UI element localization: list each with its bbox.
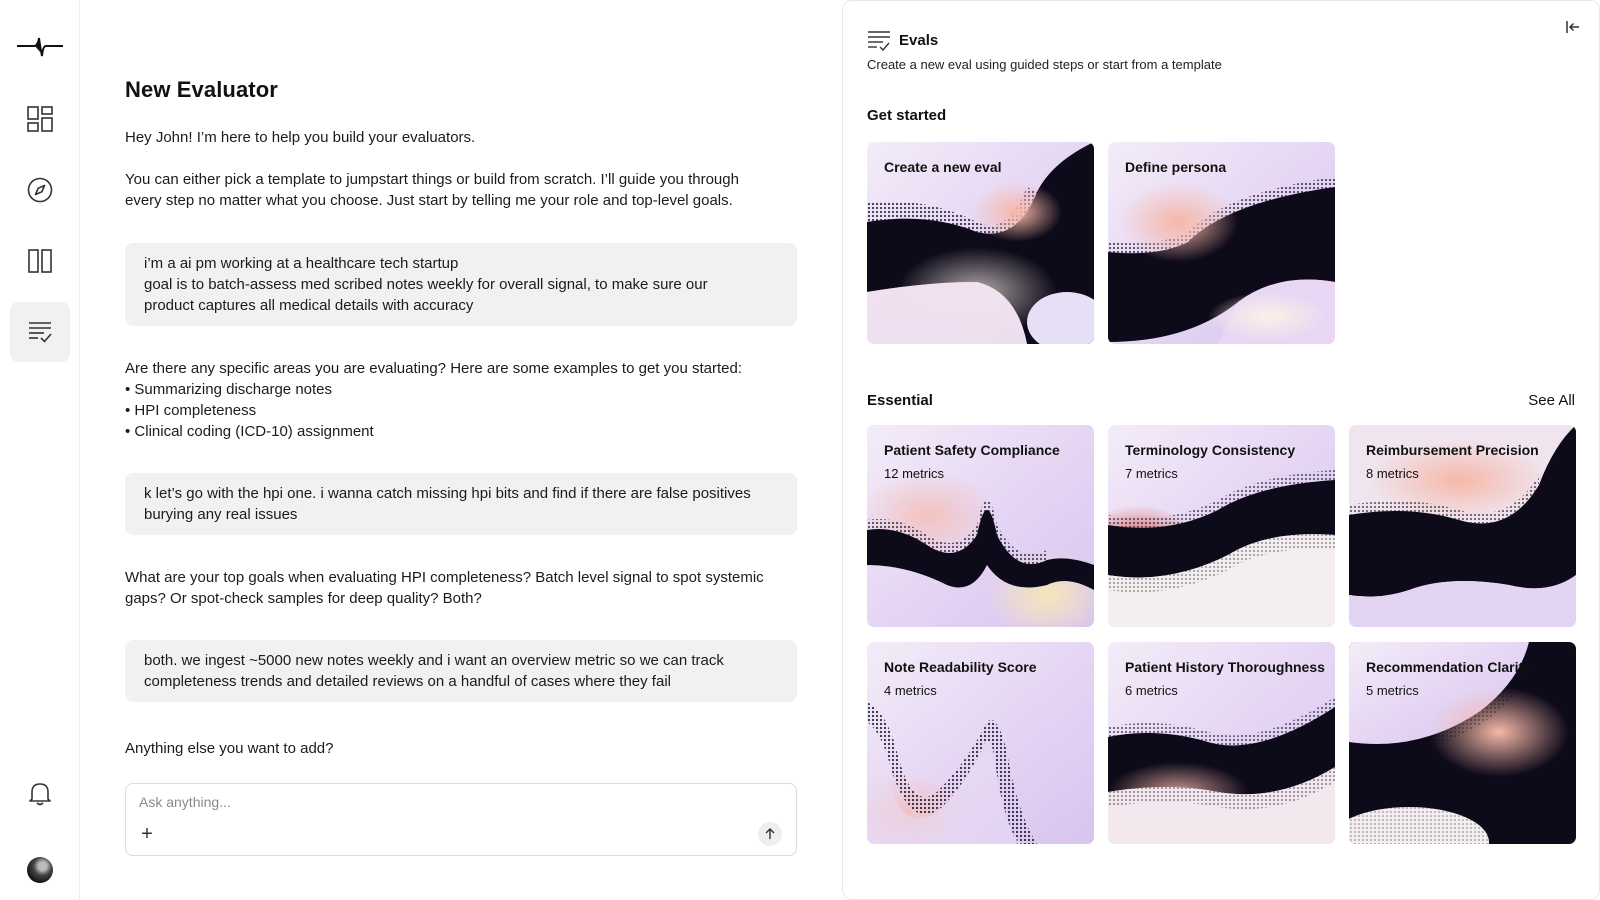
card-metric-count: 6 metrics xyxy=(1125,683,1178,698)
sidebar-item-dashboard[interactable] xyxy=(10,89,70,149)
compass-icon xyxy=(27,177,53,203)
chat-panel: New Evaluator Hey John! I’m here to help… xyxy=(125,0,797,900)
sidebar xyxy=(0,0,80,900)
dashboard-icon xyxy=(27,106,53,132)
see-all-link[interactable]: See All xyxy=(1528,392,1575,409)
card-title: Note Readability Score xyxy=(884,659,1037,675)
card-title: Define persona xyxy=(1125,159,1227,175)
assistant-message: What are your top goals when evaluating … xyxy=(125,569,764,607)
card-reimbursement-precision[interactable]: Reimbursement Precision 8 metrics xyxy=(1349,425,1576,627)
card-title: Reimbursement Precision xyxy=(1366,442,1539,458)
card-title: Patient Safety Compliance xyxy=(884,442,1060,458)
card-metric-count: 5 metrics xyxy=(1366,683,1419,698)
card-terminology-consistency[interactable]: Terminology Consistency 7 metrics xyxy=(1108,425,1335,627)
plus-icon[interactable]: + xyxy=(138,824,156,844)
page-title: New Evaluator xyxy=(125,77,278,102)
evals-panel: Evals Create a new eval using guided ste… xyxy=(842,0,1600,900)
card-metric-count: 8 metrics xyxy=(1366,466,1419,481)
card-title: Terminology Consistency xyxy=(1125,442,1296,458)
evals-checklist-icon xyxy=(868,31,890,52)
section-title-essential: Essential xyxy=(867,392,933,409)
collapse-panel-button[interactable] xyxy=(1563,17,1583,37)
card-create-new-eval[interactable]: Create a new eval xyxy=(867,142,1094,344)
card-define-persona[interactable]: Define persona xyxy=(1108,142,1335,344)
avatar[interactable] xyxy=(27,857,53,883)
assistant-message: You can either pick a template to jumpst… xyxy=(125,171,739,209)
card-note-readability-score[interactable]: Note Readability Score 4 metrics xyxy=(867,642,1094,844)
chat-input[interactable] xyxy=(139,794,739,810)
logo-icon[interactable] xyxy=(16,34,64,58)
user-message-bubble: both. we ingest ~5000 new notes weekly a… xyxy=(125,640,797,702)
card-title: Create a new eval xyxy=(884,159,1002,175)
sidebar-item-evals[interactable] xyxy=(10,302,70,362)
arrow-up-icon xyxy=(765,828,775,839)
card-metric-count: 12 metrics xyxy=(884,466,944,481)
card-metric-count: 7 metrics xyxy=(1125,466,1178,481)
send-button[interactable] xyxy=(758,822,782,846)
card-patient-safety-compliance[interactable]: Patient Safety Compliance 12 metrics xyxy=(867,425,1094,627)
card-patient-history-thoroughness[interactable]: Patient History Thoroughness 6 metrics xyxy=(1108,642,1335,844)
sidebar-item-explore[interactable] xyxy=(10,160,70,220)
card-metric-count: 4 metrics xyxy=(884,683,937,698)
assistant-message: Are there any specific areas you are eva… xyxy=(125,360,742,440)
notifications-button[interactable] xyxy=(10,763,70,823)
assistant-message: Anything else you want to add? xyxy=(125,740,334,757)
evals-checklist-icon xyxy=(29,322,52,343)
panel-subtitle: Create a new eval using guided steps or … xyxy=(867,57,1222,72)
card-title: Recommendation Clarity xyxy=(1366,659,1531,675)
user-message-bubble: i’m a ai pm working at a healthcare tech… xyxy=(125,243,797,326)
card-title: Patient History Thoroughness xyxy=(1125,659,1325,675)
user-message-bubble: k let’s go with the hpi one. i wanna cat… xyxy=(125,473,797,535)
panel-title: Evals xyxy=(899,32,939,49)
card-recommendation-clarity[interactable]: Recommendation Clarity 5 metrics xyxy=(1349,642,1576,844)
sidebar-item-library[interactable] xyxy=(10,231,70,291)
collapse-icon xyxy=(1566,21,1579,33)
bell-icon xyxy=(29,783,51,806)
columns-icon xyxy=(28,249,52,273)
assistant-message: Hey John! I’m here to help you build you… xyxy=(125,129,476,146)
section-title-get-started: Get started xyxy=(867,107,947,124)
chat-composer: + xyxy=(125,783,797,856)
